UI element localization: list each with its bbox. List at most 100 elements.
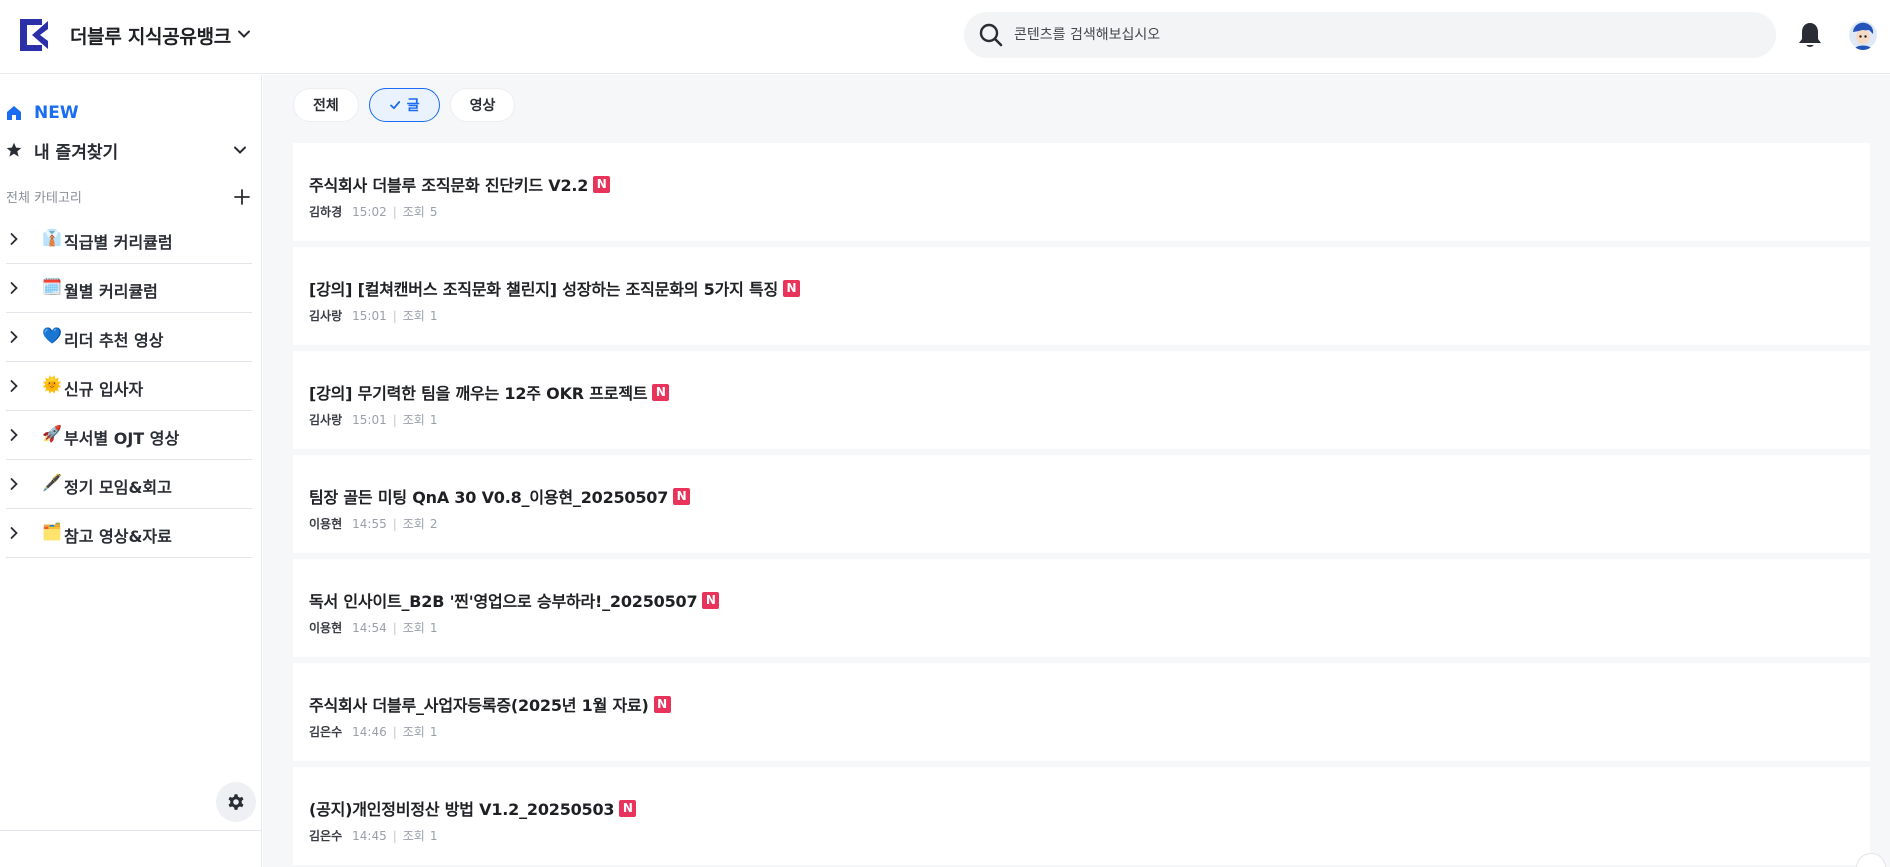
meta-separator: | (392, 620, 397, 635)
post-list: 주식회사 더블루 조직문화 진단키드 V2.2 N 김하경 15:02 | 조회… (293, 143, 1870, 867)
post-author: 김사랑 (309, 309, 343, 323)
check-icon (389, 101, 400, 110)
post-title[interactable]: 주식회사 더블루_사업자등록증(2025년 1월 자료) (309, 692, 649, 716)
post-item[interactable]: [강의] 무기력한 팀을 깨우는 12주 OKR 프로젝트 N 김사랑 15:0… (293, 351, 1870, 449)
meta-separator: | (392, 204, 397, 219)
post-title[interactable]: 주식회사 더블루 조직문화 진단키드 V2.2 (309, 172, 588, 196)
chevron-right-icon[interactable] (6, 280, 22, 296)
sidebar-item-category[interactable]: 💙 리더 추천 영상 (6, 313, 252, 362)
post-item[interactable]: 주식회사 더블루 조직문화 진단키드 V2.2 N 김하경 15:02 | 조회… (293, 143, 1870, 241)
sidebar-item-new[interactable]: NEW (6, 101, 79, 125)
filter-article-button[interactable]: 글 (368, 88, 440, 122)
gear-icon (228, 794, 244, 810)
add-category-icon[interactable] (232, 187, 252, 207)
search-icon[interactable] (978, 22, 1004, 48)
post-title[interactable]: 독서 인사이트_B2B '찐'영업으로 승부하라!_20250507 (309, 588, 698, 612)
sidebar-item-favorites[interactable]: 내 즐겨찾기 (6, 137, 252, 163)
post-author: 김사랑 (309, 413, 343, 427)
post-title-row: 주식회사 더블루_사업자등록증(2025년 1월 자료) N (309, 692, 671, 716)
home-icon (7, 106, 21, 120)
post-time: 14:46 (352, 724, 387, 739)
meta-separator: | (392, 412, 397, 427)
chevron-down-icon[interactable] (236, 26, 252, 42)
app-title[interactable]: 더블루 지식공유뱅크 (70, 22, 231, 49)
post-meta: 김사랑 15:01 | 조회 1 (309, 411, 438, 428)
category-emoji-icon: 🗓️ (42, 277, 62, 296)
settings-button[interactable] (216, 782, 256, 822)
meta-separator: | (392, 308, 397, 323)
post-time: 14:55 (352, 516, 387, 531)
sidebar-item-category[interactable]: 🌞 신규 입사자 (6, 362, 252, 411)
category-label: 월별 커리큘럼 (64, 282, 158, 301)
user-avatar[interactable] (1849, 20, 1877, 50)
chevron-right-icon[interactable] (6, 525, 22, 541)
post-views-label: 조회 (402, 829, 425, 843)
post-views: 2 (429, 516, 438, 531)
filter-video-button[interactable]: 영상 (449, 88, 516, 122)
chevron-right-icon[interactable] (6, 476, 22, 492)
post-views: 1 (429, 828, 438, 843)
app-logo-icon[interactable] (18, 17, 52, 53)
sidebar: NEW 내 즐겨찾기 전체 카테고리 👔 직급별 커리큘럼 🗓️ 월별 커리큘럼… (0, 75, 262, 867)
chevron-right-icon[interactable] (6, 231, 22, 247)
filter-chips: 전체 글 영상 (293, 88, 525, 122)
chevron-right-icon[interactable] (6, 427, 22, 443)
post-meta: 김사랑 15:01 | 조회 1 (309, 307, 438, 324)
notification-bell-icon[interactable] (1796, 20, 1824, 50)
post-views: 1 (429, 724, 438, 739)
category-header-label: 전체 카테고리 (6, 191, 82, 206)
chevron-right-icon[interactable] (6, 329, 22, 345)
category-label: 참고 영상&자료 (64, 527, 172, 546)
category-emoji-icon: 👔 (42, 228, 62, 247)
post-item[interactable]: 독서 인사이트_B2B '찐'영업으로 승부하라!_20250507 N 이용현… (293, 559, 1870, 657)
filter-all-button[interactable]: 전체 (293, 88, 359, 122)
sidebar-item-label: NEW (34, 103, 79, 123)
sidebar-item-category[interactable]: 🚀 부서별 OJT 영상 (6, 411, 252, 460)
post-views: 1 (429, 308, 438, 323)
chevron-down-icon[interactable] (232, 142, 248, 158)
post-item[interactable]: 주식회사 더블루_사업자등록증(2025년 1월 자료) N 김은수 14:46… (293, 663, 1870, 761)
post-author: 김은수 (309, 725, 343, 739)
category-label: 직급별 커리큘럼 (64, 233, 173, 252)
post-meta: 김은수 14:45 | 조회 1 (309, 827, 438, 844)
category-label: 리더 추천 영상 (64, 331, 164, 350)
category-emoji-icon: 🗂️ (42, 522, 62, 541)
post-time: 15:01 (352, 308, 387, 323)
sidebar-item-category[interactable]: 👔 직급별 커리큘럼 (6, 215, 252, 264)
post-meta: 김하경 15:02 | 조회 5 (309, 203, 438, 220)
post-views: 5 (429, 204, 438, 219)
sidebar-item-category[interactable]: 🗂️ 참고 영상&자료 (6, 509, 252, 558)
new-badge: N (673, 487, 691, 505)
post-item[interactable]: (공지)개인정비정산 방법 V1.2_20250503 N 김은수 14:45 … (293, 767, 1870, 865)
post-title-row: 팀장 골든 미팅 QnA 30 V0.8_이용현_20250507 N (309, 484, 691, 508)
chevron-right-icon[interactable] (6, 378, 22, 394)
post-author: 김은수 (309, 829, 343, 843)
search-bar[interactable] (964, 12, 1776, 58)
post-title[interactable]: [강의] [컬쳐캔버스 조직문화 챌린지] 성장하는 조직문화의 5가지 특징 (309, 276, 778, 300)
post-time: 14:45 (352, 828, 387, 843)
post-title-row: 주식회사 더블루 조직문화 진단키드 V2.2 N (309, 172, 611, 196)
post-views-label: 조회 (402, 413, 425, 427)
sidebar-item-category[interactable]: 🗓️ 월별 커리큘럼 (6, 264, 252, 313)
post-title-row: (공지)개인정비정산 방법 V1.2_20250503 N (309, 796, 637, 820)
post-item[interactable]: 팀장 골든 미팅 QnA 30 V0.8_이용현_20250507 N 이용현 … (293, 455, 1870, 553)
new-badge: N (653, 695, 671, 713)
post-time: 15:01 (352, 412, 387, 427)
sidebar-divider (0, 830, 262, 831)
new-badge: N (783, 279, 801, 297)
meta-separator: | (392, 516, 397, 531)
post-author: 이용현 (309, 517, 343, 531)
post-title[interactable]: (공지)개인정비정산 방법 V1.2_20250503 (309, 796, 615, 820)
category-emoji-icon: 🚀 (42, 424, 62, 443)
category-list: 👔 직급별 커리큘럼 🗓️ 월별 커리큘럼 💙 리더 추천 영상 🌞 신규 입사… (0, 215, 252, 558)
category-header: 전체 카테고리 (6, 187, 252, 207)
post-views-label: 조회 (402, 621, 425, 635)
post-title[interactable]: 팀장 골든 미팅 QnA 30 V0.8_이용현_20250507 (309, 484, 668, 508)
sidebar-item-category[interactable]: 🖋️ 정기 모임&회고 (6, 460, 252, 509)
chip-label: 글 (406, 98, 420, 114)
new-badge: N (619, 799, 637, 817)
meta-separator: | (392, 828, 397, 843)
post-title[interactable]: [강의] 무기력한 팀을 깨우는 12주 OKR 프로젝트 (309, 380, 648, 404)
post-item[interactable]: [강의] [컬쳐캔버스 조직문화 챌린지] 성장하는 조직문화의 5가지 특징 … (293, 247, 1870, 345)
search-input[interactable] (1014, 22, 1754, 48)
